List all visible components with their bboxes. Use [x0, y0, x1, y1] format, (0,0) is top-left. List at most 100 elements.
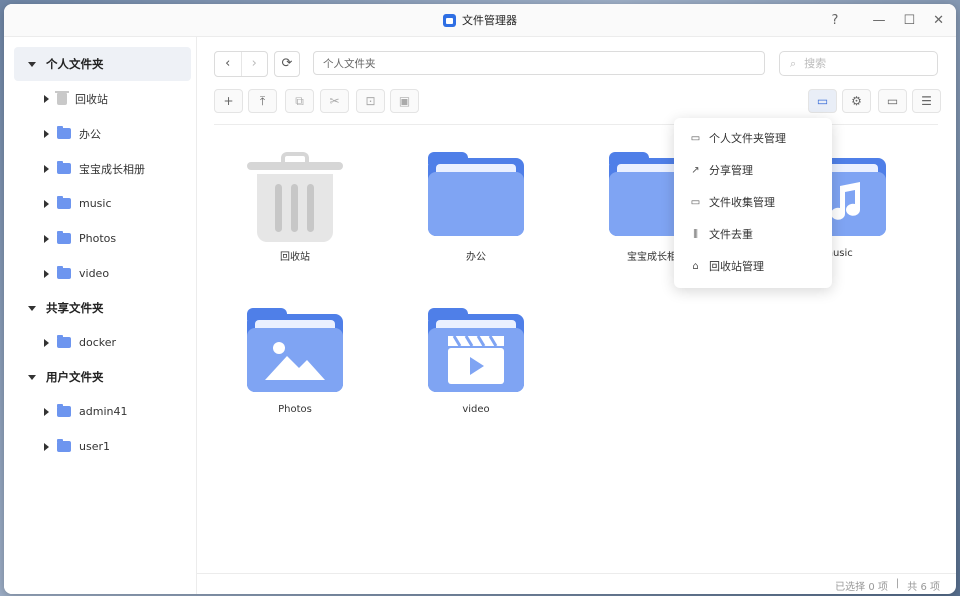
collapse-caret-icon[interactable] [44, 269, 49, 278]
sidebar-group-label: 共享文件夹 [46, 301, 104, 315]
sort-button[interactable]: ☰ [912, 89, 941, 113]
sidebar-item-baby-album[interactable]: 宝宝成长相册 [4, 151, 196, 186]
trash-outline-icon: ⌂ [692, 260, 699, 272]
search-icon: ⌕ [790, 56, 797, 70]
search-input[interactable] [802, 56, 907, 71]
expand-caret-icon[interactable] [28, 305, 36, 311]
sidebar-group-personal[interactable]: 个人文件夹 [14, 47, 191, 81]
sidebar-group-label: 个人文件夹 [46, 57, 104, 71]
forward-button[interactable]: › [240, 52, 268, 76]
new-button[interactable]: + [214, 89, 243, 113]
video-folder-icon [428, 308, 524, 392]
close-icon[interactable]: ✕ [933, 14, 944, 27]
status-separator: | [895, 578, 900, 589]
back-button[interactable]: ‹ [215, 52, 241, 76]
sidebar-item-label: admin41 [79, 405, 128, 418]
file-tile-label: Photos [278, 404, 312, 415]
folder-icon [57, 404, 71, 417]
collapse-caret-icon[interactable] [44, 129, 49, 138]
file-tile-video[interactable]: video [416, 308, 536, 415]
title-area: 文件管理器 [4, 4, 956, 36]
expand-caret-icon[interactable] [28, 374, 36, 380]
title-bar: 文件管理器 ? — ☐ ✕ [4, 4, 956, 37]
sidebar-item-label: video [79, 267, 110, 280]
help-icon[interactable]: ? [832, 14, 839, 27]
sidebar-item-docker[interactable]: docker [4, 325, 196, 360]
collapse-caret-icon[interactable] [44, 407, 49, 416]
collapse-caret-icon[interactable] [44, 442, 49, 451]
menu-item-personal-folder-manage[interactable]: ▭ 个人文件夹管理 [674, 122, 832, 154]
file-manager-app-icon [443, 13, 456, 27]
collapse-caret-icon[interactable] [44, 94, 49, 103]
minimize-icon[interactable]: — [872, 14, 885, 27]
sidebar-item-recycle-bin[interactable]: 回收站 [4, 81, 196, 116]
menu-item-share-manage[interactable]: ↗ 分享管理 [674, 154, 832, 186]
folder-icon [57, 161, 71, 174]
video-folder-icon [57, 266, 71, 279]
sidebar-item-label: 宝宝成长相册 [79, 162, 145, 176]
sidebar-item-label: music [79, 197, 112, 210]
sidebar-item-music[interactable]: music [4, 186, 196, 221]
sidebar-item-office[interactable]: 办公 [4, 116, 196, 151]
collapse-caret-icon[interactable] [44, 199, 49, 208]
upload-button[interactable]: ⤒ [248, 89, 277, 113]
status-bar: 已选择 0 项 | 共 6 项 [197, 573, 956, 594]
refresh-button[interactable]: ⟳ [274, 51, 300, 77]
sidebar-group-users[interactable]: 用户文件夹 [14, 360, 191, 394]
sidebar-item-admin41[interactable]: admin41 [4, 394, 196, 429]
trash-icon [247, 150, 343, 242]
settings-button[interactable]: ⚙ [842, 89, 871, 113]
file-tile-photos[interactable]: Photos [235, 308, 355, 415]
sidebar-item-photos[interactable]: Photos [4, 221, 196, 256]
menu-item-recycle-bin-manage[interactable]: ⌂ 回收站管理 [674, 250, 832, 282]
maximize-icon[interactable]: ☐ [903, 14, 915, 27]
folder-outline-icon: ▭ [690, 132, 701, 144]
collapse-caret-icon[interactable] [44, 164, 49, 173]
copy-button[interactable]: ⧉ [285, 89, 314, 113]
folder-icon [428, 152, 524, 236]
view-mode-button[interactable]: ▭ [878, 89, 907, 113]
menu-item-label: 分享管理 [709, 164, 753, 177]
sidebar-item-label: 办公 [79, 127, 101, 141]
window-controls: ? — ☐ ✕ [832, 4, 944, 36]
dedupe-icon: ⫼ [693, 228, 698, 240]
share-icon: ↗ [691, 164, 700, 176]
sidebar-group-shared[interactable]: 共享文件夹 [14, 291, 191, 325]
collapse-caret-icon[interactable] [44, 234, 49, 243]
shared-folder-icon [57, 335, 71, 348]
file-manager-window: 文件管理器 ? — ☐ ✕ 个人文件夹 回收站 办公 宝宝成长相册 music … [4, 4, 956, 594]
sidebar-group-label: 用户文件夹 [46, 370, 104, 384]
cut-button[interactable]: ✂ [320, 89, 349, 113]
search-box[interactable]: ⌕ [779, 51, 938, 76]
paste-button[interactable]: ▣ [390, 89, 419, 113]
sidebar: 个人文件夹 回收站 办公 宝宝成长相册 music Photos video 共… [4, 37, 197, 594]
collection-folder-icon: ▭ [690, 196, 701, 208]
menu-item-file-collection-manage[interactable]: ▭ 文件收集管理 [674, 186, 832, 218]
folder-icon [57, 439, 71, 452]
total-count: 共 6 项 [907, 582, 940, 593]
collapse-caret-icon[interactable] [44, 338, 49, 347]
menu-item-label: 个人文件夹管理 [709, 132, 786, 145]
file-tile-office[interactable]: 办公 [416, 152, 536, 263]
path-bar[interactable]: 个人文件夹 [313, 51, 765, 75]
sidebar-item-user1[interactable]: user1 [4, 429, 196, 464]
sidebar-item-label: 回收站 [75, 92, 108, 106]
file-tile-label: 回收站 [280, 252, 310, 263]
music-folder-icon [57, 196, 71, 209]
history-nav: ‹ › [214, 51, 268, 77]
sidebar-item-video[interactable]: video [4, 256, 196, 291]
main-panel: ‹ › ⟳ 个人文件夹 ⌕ + ⤒ ⧉ ✂ ⊡ ▣ ▭ ⚙ ▭ ☰ 回收站 [197, 37, 956, 594]
folder-icon [57, 126, 71, 139]
expand-caret-icon[interactable] [28, 61, 36, 67]
file-tile-recycle-bin[interactable]: 回收站 [235, 150, 355, 263]
folder-manage-button[interactable]: ▭ [808, 89, 837, 113]
file-tile-label: video [462, 404, 490, 415]
photo-folder-icon [247, 308, 343, 392]
menu-item-deduplicate[interactable]: ⫼ 文件去重 [674, 218, 832, 250]
folder-manage-menu: ▭ 个人文件夹管理 ↗ 分享管理 ▭ 文件收集管理 ⫼ 文件去重 ⌂ 回收站管理 [674, 118, 832, 288]
compress-button[interactable]: ⊡ [356, 89, 385, 113]
sidebar-item-label: Photos [79, 232, 117, 245]
sidebar-item-label: docker [79, 336, 117, 349]
menu-item-label: 回收站管理 [709, 260, 764, 273]
sidebar-item-label: user1 [79, 440, 110, 453]
